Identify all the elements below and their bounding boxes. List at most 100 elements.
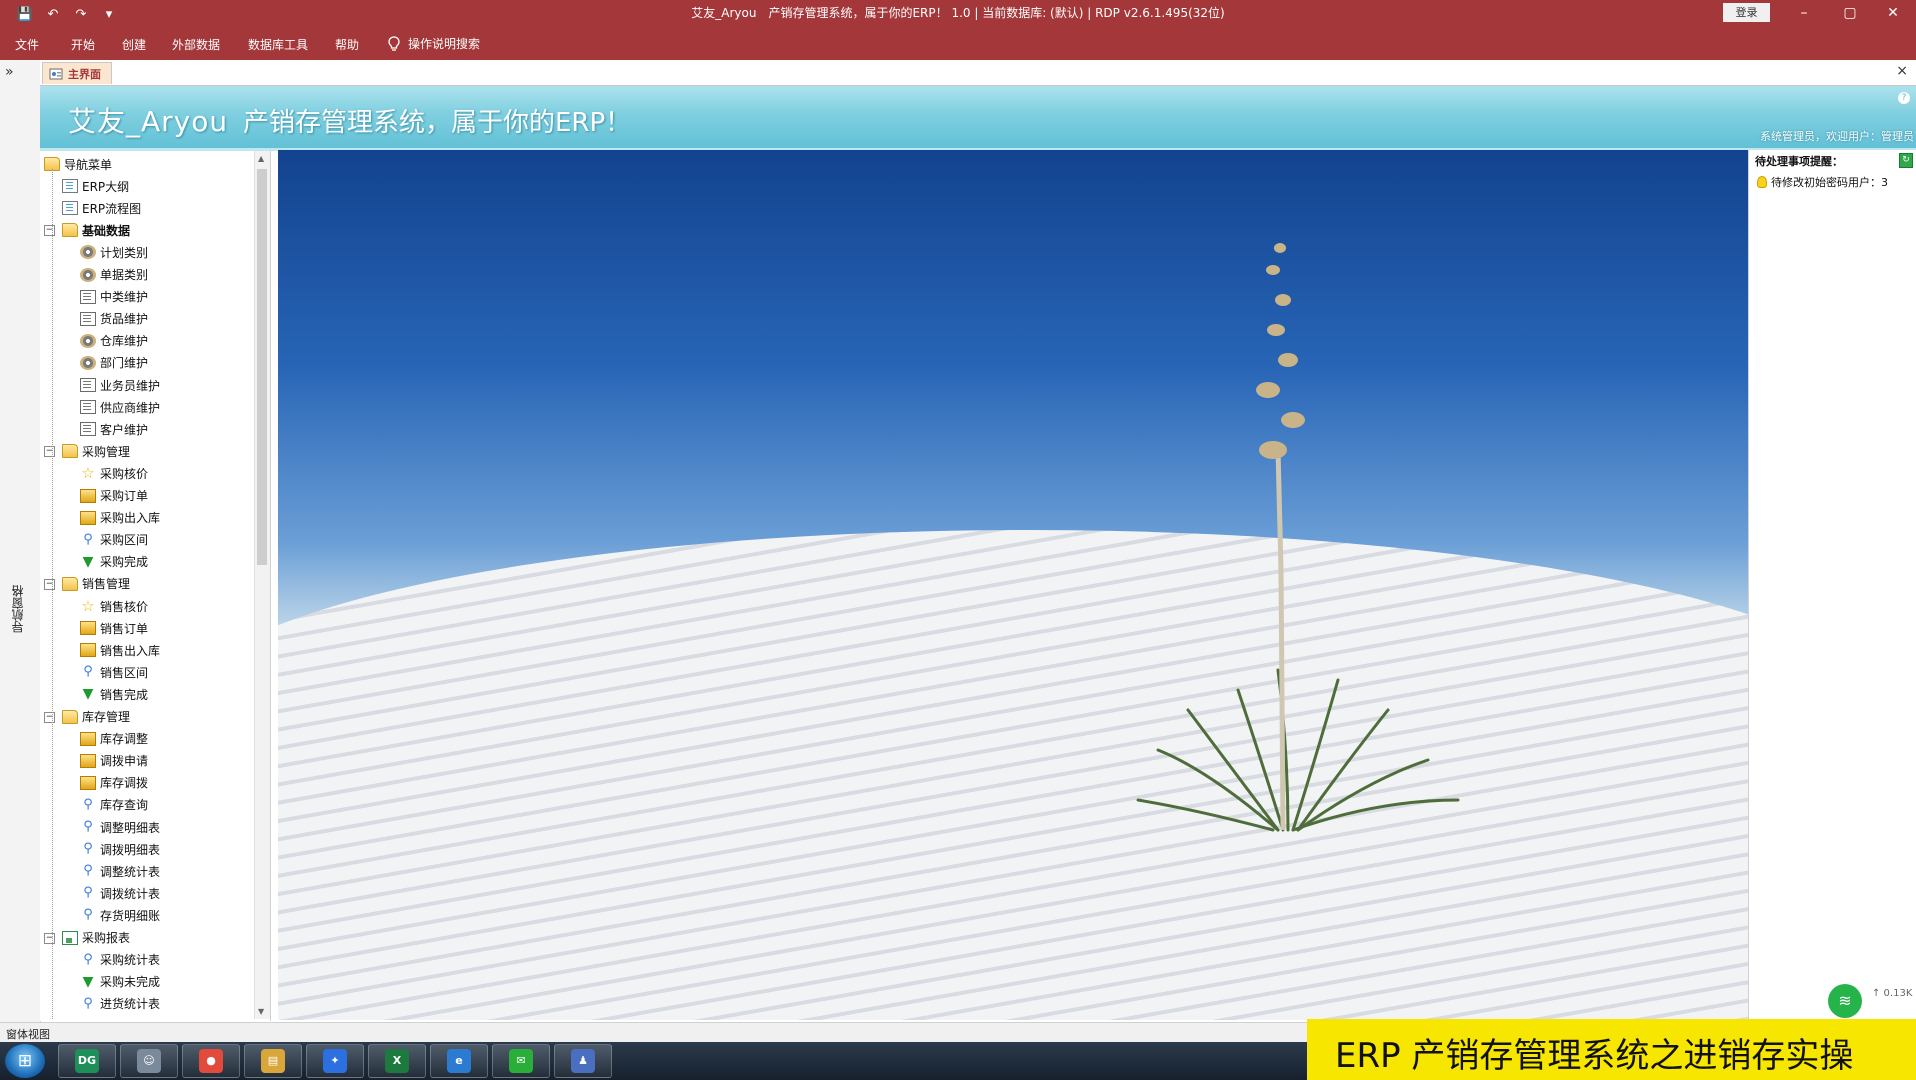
gear-icon: [80, 267, 96, 282]
taskbar-app[interactable]: ☺: [120, 1044, 178, 1078]
tree-item[interactable]: ▼ 采购完成: [80, 551, 148, 573]
tree-item[interactable]: ERP流程图: [62, 197, 141, 219]
menu-database-tools[interactable]: 数据库工具: [248, 36, 308, 53]
tree-item[interactable]: 销售订单: [80, 617, 148, 639]
caption-text: ERP 产销存管理系统之进销存实操: [1335, 1036, 1854, 1076]
help-icon[interactable]: ?: [1898, 92, 1910, 104]
gear-icon: [80, 245, 96, 260]
tree-item[interactable]: 采购报表: [62, 927, 130, 949]
tree-item[interactable]: 计划类别: [80, 241, 148, 263]
tree-item-label: 调拨统计表: [100, 886, 161, 901]
tree-scrollbar[interactable]: ▲ ▼: [254, 151, 270, 1019]
tree-item[interactable]: 中类维护: [80, 286, 148, 308]
tree-item[interactable]: 采购出入库: [80, 507, 160, 529]
document-icon: [80, 400, 96, 415]
tree-item[interactable]: 库存调整: [80, 728, 148, 750]
tree-item-label: 单据类别: [100, 268, 149, 282]
main-wallpaper: [278, 150, 1748, 1020]
tree-item[interactable]: ⚲ 存货明细账: [80, 904, 160, 926]
tree-item[interactable]: ⚲ 销售区间: [80, 661, 148, 683]
navigation-pane-collapsed[interactable]: » 导航窗格: [0, 60, 41, 1022]
expand-nav-icon[interactable]: »: [5, 64, 14, 80]
collapse-toggle-icon[interactable]: −: [44, 578, 55, 590]
tree-item[interactable]: 采购订单: [80, 485, 148, 507]
tree-item[interactable]: ☆ 销售核价: [80, 595, 148, 617]
people-icon: ♟: [571, 1049, 595, 1073]
taskbar-app[interactable]: ♟: [554, 1044, 612, 1078]
taskbar-app[interactable]: ●: [182, 1044, 240, 1078]
tree-item[interactable]: ERP大纲: [62, 175, 129, 197]
tree-item[interactable]: 客户维护: [80, 418, 148, 440]
restore-button[interactable]: ▢: [1827, 0, 1873, 27]
login-button[interactable]: 登录: [1723, 3, 1770, 22]
tree-item[interactable]: 库存管理: [62, 706, 130, 728]
close-button[interactable]: ✕: [1870, 0, 1916, 27]
collapse-toggle-icon[interactable]: −: [44, 225, 55, 237]
tree-item[interactable]: 货品维护: [80, 308, 148, 330]
scrollbar-thumb[interactable]: [257, 169, 267, 565]
tree-item[interactable]: ⚲ 调拨统计表: [80, 882, 160, 904]
tree-item[interactable]: ⚲ 采购统计表: [80, 949, 160, 971]
tree-item[interactable]: ▼ 销售完成: [80, 683, 148, 705]
tree-item[interactable]: 销售管理: [62, 573, 130, 595]
refresh-icon[interactable]: ↻: [1899, 153, 1913, 168]
menu-home[interactable]: 开始: [71, 36, 95, 53]
scroll-down-icon[interactable]: ▼: [258, 1007, 264, 1016]
tree-item[interactable]: 供应商维护: [80, 396, 160, 418]
taskbar-app[interactable]: ▤: [244, 1044, 302, 1078]
tree-item-label: 调拨明细表: [100, 842, 161, 857]
tree-item-label: 库存调拨: [100, 776, 149, 791]
tell-me-search[interactable]: 操作说明搜索: [388, 35, 480, 52]
tree-item-label: 采购统计表: [100, 953, 161, 968]
box-icon: [80, 510, 96, 525]
tree-item-label: 销售管理: [82, 577, 131, 592]
collapse-toggle-icon[interactable]: −: [44, 711, 55, 723]
close-tab-icon[interactable]: ×: [1896, 63, 1908, 79]
tree-item[interactable]: 单据类别: [80, 264, 148, 286]
user-links[interactable]: 系统管理员，欢迎用户：管理员: [1760, 128, 1914, 144]
collapse-toggle-icon[interactable]: −: [44, 932, 55, 944]
reminder-item[interactable]: 待修改初始密码用户：3: [1757, 174, 1888, 190]
tree-item[interactable]: ⚲ 库存查询: [80, 794, 148, 816]
taskbar-app[interactable]: ✉: [492, 1044, 550, 1078]
taskbar-app[interactable]: ✦: [306, 1044, 364, 1078]
nav-pane-label[interactable]: 导航窗格: [9, 585, 27, 633]
folder-open-icon: [62, 576, 78, 591]
tree-item-label: 存货明细账: [100, 908, 161, 923]
tree-item[interactable]: ⚲ 采购区间: [80, 529, 148, 551]
tree-item[interactable]: 导航菜单: [44, 153, 112, 175]
menu-file[interactable]: 文件: [15, 36, 39, 53]
tree-item[interactable]: 调拨申请: [80, 750, 148, 772]
tree-item[interactable]: ⚲ 调整明细表: [80, 816, 160, 838]
tree-item-label: 库存查询: [100, 798, 149, 813]
tree-item[interactable]: 仓库维护: [80, 330, 148, 352]
network-widget[interactable]: ≋ ↑ 0.13K: [1828, 982, 1916, 1022]
tree-item[interactable]: 库存调拨: [80, 772, 148, 794]
tree-item[interactable]: ▼ 采购未完成: [80, 971, 160, 993]
tree-item-label: 销售区间: [100, 665, 149, 680]
tree-item[interactable]: 采购管理: [62, 440, 130, 462]
collapse-toggle-icon[interactable]: −: [44, 446, 55, 458]
taskbar-app[interactable]: e: [430, 1044, 488, 1078]
tree-item[interactable]: 业务员维护: [80, 374, 160, 396]
start-button[interactable]: ⊞: [5, 1044, 45, 1078]
taskbar-app[interactable]: X: [368, 1044, 426, 1078]
minimize-button[interactable]: –: [1781, 0, 1827, 27]
tell-me-label: 操作说明搜索: [408, 37, 481, 51]
taskbar-app[interactable]: DG: [58, 1044, 116, 1078]
menu-create[interactable]: 创建: [122, 36, 146, 53]
tab-main-interface[interactable]: 主界面: [42, 62, 112, 84]
tree-item[interactable]: 销售出入库: [80, 639, 160, 661]
tree-item[interactable]: ⚲ 调整统计表: [80, 860, 160, 882]
datagrip-icon: DG: [75, 1049, 99, 1073]
tree-item[interactable]: ☆ 采购核价: [80, 462, 148, 484]
tree-item[interactable]: ⚲ 进货统计表: [80, 993, 160, 1015]
window-title: 艾友_Aryou 产销存管理系统，属于你的ERP！ 1.0 | 当前数据库: (…: [691, 6, 1225, 20]
tree-item[interactable]: 基础数据: [62, 219, 130, 241]
tree-item-label: 部门维护: [100, 356, 149, 371]
menu-external-data[interactable]: 外部数据: [172, 36, 220, 53]
menu-help[interactable]: 帮助: [335, 36, 359, 53]
scroll-up-icon[interactable]: ▲: [258, 154, 264, 163]
tree-item[interactable]: ⚲ 调拨明细表: [80, 838, 160, 860]
tree-item[interactable]: 部门维护: [80, 352, 148, 374]
